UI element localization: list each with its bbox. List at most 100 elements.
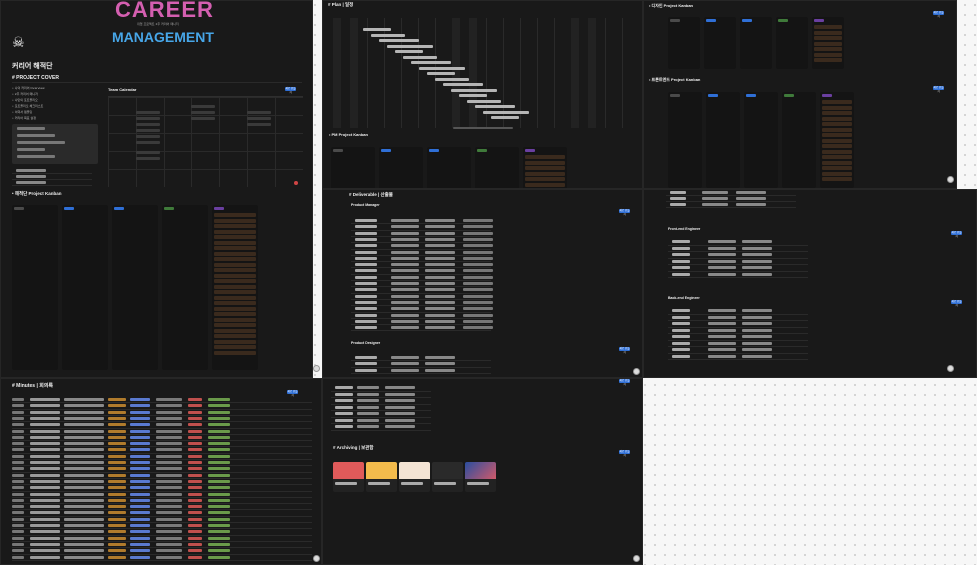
frontend-kanban-board bbox=[668, 92, 888, 188]
row-divider bbox=[12, 559, 312, 561]
cell-bar bbox=[188, 429, 202, 433]
calendar-new-button[interactable]: 새로 만들기 bbox=[285, 87, 296, 94]
minutes-new-button[interactable]: 새로 만들기 bbox=[287, 390, 298, 397]
cell-bar bbox=[188, 511, 202, 515]
cell-bar bbox=[30, 435, 60, 439]
kanban-card bbox=[822, 127, 852, 132]
frontend-new-button[interactable]: 새로 만들기 bbox=[933, 86, 944, 93]
cell-bar bbox=[130, 555, 150, 559]
cell-bar bbox=[130, 524, 150, 527]
cell-bar bbox=[355, 288, 377, 292]
cell-bar bbox=[425, 307, 455, 311]
design-panel: • 디자인 Project Kanban 새로 만들기 • 프론트엔드 Proj… bbox=[643, 0, 957, 189]
kanban-card bbox=[214, 251, 256, 256]
cell-bar bbox=[108, 410, 126, 414]
kanban-card bbox=[214, 295, 256, 300]
cell-bar bbox=[156, 536, 182, 540]
team-calendar bbox=[108, 96, 303, 187]
kanban-column bbox=[668, 17, 700, 69]
pd-list-new-button[interactable]: 새로 만들기 bbox=[619, 379, 630, 386]
list-item[interactable]: • 2주 커리어 매니저 bbox=[12, 92, 38, 97]
column-status-chip bbox=[164, 207, 174, 210]
row-divider bbox=[351, 317, 491, 319]
cell-bar bbox=[12, 511, 24, 515]
row-divider bbox=[12, 528, 312, 529]
help-button[interactable] bbox=[947, 365, 954, 372]
gallery-caption bbox=[467, 482, 489, 485]
row-divider bbox=[351, 305, 491, 306]
cell-bar bbox=[108, 454, 126, 458]
column-status-chip bbox=[525, 149, 535, 152]
cell-bar bbox=[156, 530, 182, 534]
help-button[interactable] bbox=[633, 555, 640, 562]
cell-bar bbox=[130, 492, 150, 496]
cell-bar bbox=[130, 416, 150, 420]
kanban-card bbox=[822, 149, 852, 154]
cell-bar bbox=[12, 423, 24, 427]
be-new-button[interactable]: 새로 만들기 bbox=[951, 300, 962, 307]
list-item[interactable]: • 나만의 포트폴리오 bbox=[12, 98, 38, 103]
help-button[interactable] bbox=[633, 368, 640, 375]
cell-bar bbox=[188, 398, 202, 401]
cell-bar bbox=[355, 282, 377, 285]
cell-bar bbox=[208, 555, 230, 559]
row-divider bbox=[351, 324, 491, 325]
row-divider bbox=[12, 414, 312, 416]
cell-bar bbox=[64, 416, 104, 420]
cell-bar bbox=[108, 416, 126, 420]
design-new-button[interactable]: 새로 만들기 bbox=[933, 11, 944, 18]
calendar-event bbox=[136, 141, 160, 144]
cell-bar bbox=[742, 335, 772, 338]
cell-bar bbox=[208, 536, 230, 540]
fe-section-title: Front-end Engineer bbox=[668, 227, 701, 231]
cell-bar bbox=[130, 423, 150, 427]
cell-bar bbox=[130, 461, 150, 464]
calendar-event bbox=[191, 111, 215, 114]
row-divider bbox=[351, 273, 491, 275]
kanban-column bbox=[668, 92, 702, 188]
pd-new-button[interactable]: 새로 만들기 bbox=[619, 347, 630, 354]
list-item[interactable]: • 나의 커리어 Overview bbox=[12, 86, 45, 91]
cell-bar bbox=[208, 486, 230, 490]
kanban-column bbox=[475, 147, 519, 188]
list-item[interactable]: • 포트폴리오 체크리스트 bbox=[12, 104, 43, 109]
timeline-scrollbar bbox=[453, 127, 513, 129]
cell-bar bbox=[742, 315, 772, 319]
cell-bar bbox=[463, 275, 493, 279]
row-divider bbox=[331, 403, 431, 404]
cell-bar bbox=[708, 253, 736, 256]
cell-bar bbox=[12, 517, 24, 521]
help-button[interactable] bbox=[313, 365, 320, 372]
help-button[interactable] bbox=[313, 555, 320, 562]
row-divider bbox=[668, 339, 808, 340]
pm-table bbox=[351, 218, 631, 333]
kanban-card bbox=[822, 116, 852, 121]
cell-bar bbox=[30, 530, 60, 534]
kanban-column bbox=[427, 147, 471, 188]
cell-bar bbox=[355, 294, 377, 298]
today-marker bbox=[294, 181, 298, 185]
cell-bar bbox=[30, 398, 60, 401]
help-button[interactable] bbox=[947, 176, 954, 183]
fe-new-button[interactable]: 새로 만들기 bbox=[951, 231, 962, 238]
cell-bar bbox=[425, 256, 455, 260]
cell-bar bbox=[425, 225, 455, 229]
kanban-card bbox=[214, 334, 256, 338]
column-status-chip bbox=[14, 207, 24, 210]
column-status-chip bbox=[670, 94, 680, 97]
cell-bar bbox=[391, 219, 419, 222]
pm-new-button[interactable]: 새로 만들기 bbox=[619, 209, 630, 216]
archiving-new-button[interactable]: 새로 만들기 bbox=[619, 450, 630, 457]
list-item[interactable]: • 커리어 목표 설정 bbox=[12, 116, 36, 121]
pd-section-title: Product Designer bbox=[351, 341, 381, 345]
cell-bar bbox=[391, 269, 419, 273]
cell-bar bbox=[130, 517, 150, 521]
cell-bar bbox=[208, 492, 230, 496]
cell-bar bbox=[30, 498, 60, 502]
cell-bar bbox=[108, 461, 126, 464]
archive-gallery bbox=[333, 462, 633, 492]
list-item[interactable]: • 이력서 템플릿 bbox=[12, 110, 32, 115]
cell-bar bbox=[108, 486, 126, 490]
calendar-col-line bbox=[219, 97, 220, 187]
cell-bar bbox=[12, 467, 24, 471]
